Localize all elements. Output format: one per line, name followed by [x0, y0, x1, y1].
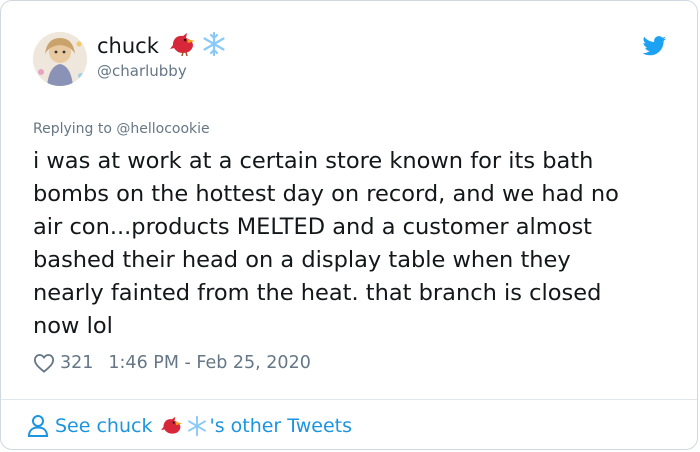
timestamp-link[interactable]: 1:46 PM - Feb 25, 2020: [108, 353, 310, 373]
like-count[interactable]: 321: [60, 353, 93, 373]
snowflake-emoji: [186, 415, 208, 437]
tweet-text: i was at work at a certain store known f…: [33, 148, 619, 339]
reply-mention-link[interactable]: @hellocookie: [116, 121, 209, 137]
author-name[interactable]: chuck: [97, 34, 159, 58]
cardinal-bird-emoji: [170, 33, 195, 57]
heart-outline-icon[interactable]: [33, 353, 55, 373]
divider: [1, 399, 697, 400]
replying-prefix: Replying to: [33, 121, 112, 137]
person-outline-icon: [27, 415, 49, 437]
avatar-image: [33, 32, 87, 86]
see-other-tweets-link[interactable]: See chuck 's other Tweets: [27, 414, 352, 438]
avatar[interactable]: [33, 32, 87, 86]
name-emojis: [169, 31, 227, 57]
footer-suffix: 's other Tweets: [209, 415, 353, 437]
footer-prefix: See chuck: [55, 415, 153, 437]
snowflake-emoji: [203, 31, 225, 57]
replying-to: Replying to @hellocookie: [33, 121, 210, 137]
author-handle[interactable]: @charlubby: [97, 62, 187, 80]
cardinal-bird-emoji: [160, 415, 184, 437]
tweet-card: chuck @charlubby Replying to @hellocooki…: [0, 0, 698, 450]
twitter-bird-icon[interactable]: [642, 36, 667, 56]
tweet-meta: 321 1:46 PM - Feb 25, 2020: [33, 351, 311, 375]
